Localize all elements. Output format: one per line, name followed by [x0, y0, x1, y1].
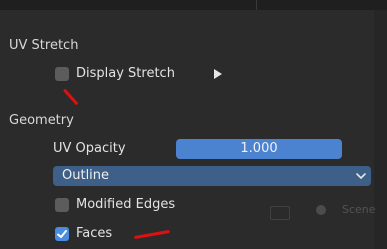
play-icon — [214, 69, 222, 79]
uv-opacity-slider[interactable]: 1.000 — [176, 139, 342, 159]
blender-uv-overlay-panel: { "uv_stretch": { "title": "UV Stretch",… — [0, 0, 387, 249]
checkmark-icon — [57, 230, 67, 238]
section-title-geometry: Geometry — [9, 113, 74, 128]
faces-label[interactable]: Faces — [76, 226, 112, 241]
header-strip — [0, 0, 387, 10]
scene-icon — [316, 205, 326, 215]
chevron-down-icon — [356, 173, 366, 179]
viewport-widget-icon — [270, 206, 290, 220]
display-mode-dropdown[interactable]: Outline — [53, 166, 371, 186]
display-stretch-label[interactable]: Display Stretch — [76, 66, 175, 81]
uv-opacity-label: UV Opacity — [53, 141, 126, 156]
display-stretch-checkbox-box[interactable] — [55, 67, 69, 81]
display-mode-value: Outline — [62, 168, 110, 183]
scene-label: Scene — [342, 203, 376, 216]
faces-checkbox-box[interactable] — [55, 227, 69, 241]
section-title-uv-stretch: UV Stretch — [9, 38, 79, 53]
modified-edges-checkbox-box[interactable] — [55, 198, 69, 212]
uv-opacity-value: 1.000 — [240, 141, 278, 156]
modified-edges-label[interactable]: Modified Edges — [76, 197, 175, 212]
